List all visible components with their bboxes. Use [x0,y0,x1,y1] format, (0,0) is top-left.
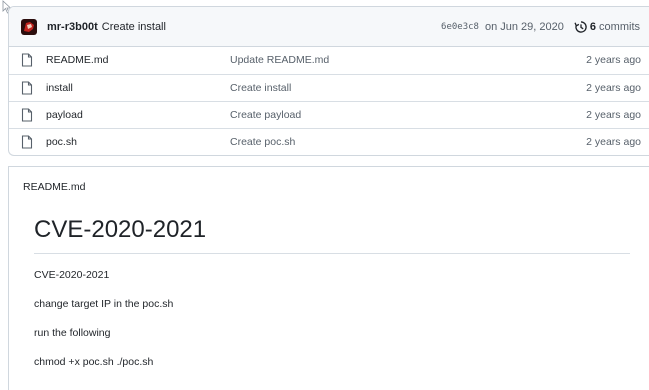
file-age: 2 years ago [586,109,641,121]
file-commit-message-link[interactable]: Create payload [230,109,301,121]
commit-message-link[interactable]: Create install [102,21,166,33]
file-icon [21,108,33,122]
history-icon [574,20,587,33]
heading-divider [34,253,630,254]
readme-heading: CVE-2020-2021 [34,216,207,243]
commit-sha-link[interactable]: 6e0e3c8 [441,22,479,32]
readme-paragraph: run the following [34,327,111,339]
file-icon [21,81,33,95]
file-name-link[interactable]: poc.sh [46,136,77,148]
file-icon [21,135,33,149]
file-name-link[interactable]: payload [46,109,83,121]
file-name-link[interactable]: install [46,82,73,94]
file-row: poc.sh Create poc.sh 2 years ago [9,128,649,155]
avatar[interactable] [21,18,37,35]
readme-paragraph: chmod +x poc.sh ./poc.sh [34,356,154,368]
file-browser: mr-r3b00t Create install 6e0e3c8 on Jun … [8,6,649,156]
file-row: README.md Update README.md 2 years ago [9,47,649,74]
file-age: 2 years ago [586,54,641,66]
commit-author-link[interactable]: mr-r3b00t [47,21,98,33]
file-row: install Create install 2 years ago [9,74,649,101]
commits-count-link[interactable]: 6 commits [590,21,640,33]
readme-panel: README.md CVE-2020-2021 CVE-2020-2021 ch… [8,166,649,390]
file-age: 2 years ago [586,82,641,94]
commit-date: on Jun 29, 2020 [484,20,564,33]
readme-paragraph: change target IP in the poc.sh [34,298,174,310]
latest-commit-bar: mr-r3b00t Create install 6e0e3c8 on Jun … [9,7,649,47]
file-row: payload Create payload 2 years ago [9,101,649,128]
file-icon [21,53,33,67]
file-commit-message-link[interactable]: Create install [230,82,291,94]
readme-file-title[interactable]: README.md [23,181,85,193]
file-age: 2 years ago [586,136,641,148]
file-commit-message-link[interactable]: Create poc.sh [230,136,295,148]
file-commit-message-link[interactable]: Update README.md [230,54,329,66]
file-name-link[interactable]: README.md [46,54,108,66]
readme-paragraph: CVE-2020-2021 [34,269,110,281]
